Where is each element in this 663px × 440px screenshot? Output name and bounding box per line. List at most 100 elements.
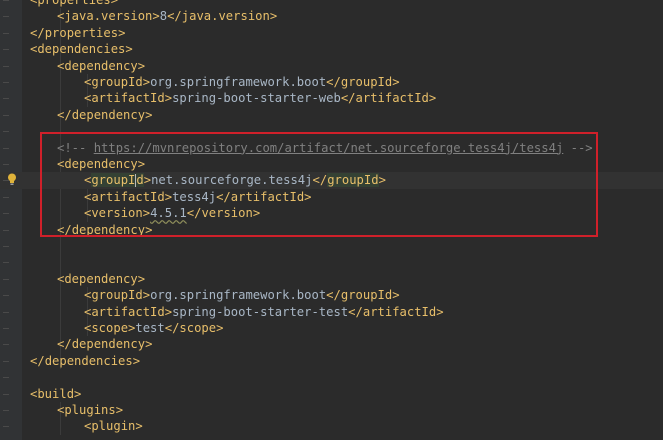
tag-bracket: </ bbox=[348, 304, 363, 319]
code-line[interactable]: <dependency> bbox=[0, 58, 663, 74]
code-line[interactable]: <plugin> bbox=[0, 418, 663, 434]
xml-tag-name: groupId bbox=[340, 288, 393, 303]
tag-bracket: > bbox=[110, 0, 119, 7]
tag-bracket: </ bbox=[340, 91, 356, 106]
tag-bracket: > bbox=[135, 419, 143, 434]
tag-bracket: </ bbox=[30, 25, 45, 40]
tag-bracket: > bbox=[269, 9, 278, 24]
gutter-tick bbox=[3, 131, 9, 133]
code-line[interactable]: <artifactId>spring-boot-starter-test</ar… bbox=[0, 304, 663, 320]
gutter-tick bbox=[3, 65, 9, 67]
gutter-tick bbox=[3, 360, 9, 362]
gutter-tick bbox=[3, 393, 9, 395]
xml-text-value: org.springframework.boot bbox=[150, 75, 327, 89]
gutter-tick bbox=[3, 410, 9, 411]
gutter-tick bbox=[3, 16, 9, 18]
gutter-tick bbox=[3, 82, 9, 83]
code-line[interactable]: <plugins> bbox=[0, 402, 663, 418]
tag-bracket: > bbox=[392, 75, 400, 89]
gutter-tick bbox=[3, 229, 9, 231]
xml-tag-name: groupId bbox=[91, 75, 143, 89]
tag-bracket: </ bbox=[57, 107, 72, 122]
xml-tag-name: dependencies bbox=[37, 42, 126, 57]
code-line-content: </dependency> bbox=[57, 336, 152, 352]
tag-bracket: > bbox=[164, 91, 173, 106]
gutter-tick bbox=[3, 196, 9, 198]
tag-bracket: > bbox=[118, 25, 126, 40]
gutter-tick bbox=[3, 262, 9, 264]
code-line-content: <java.version>8</java.version> bbox=[57, 8, 277, 24]
gutter-tick bbox=[3, 328, 9, 329]
xml-tag-name: artifactId bbox=[362, 304, 437, 319]
xml-tag-name: properties bbox=[44, 25, 119, 40]
tag-bracket: </ bbox=[326, 288, 341, 303]
gutter-tick bbox=[3, 147, 9, 149]
xml-tag-name: dependencies bbox=[44, 353, 133, 368]
code-line[interactable]: <properties> bbox=[0, 0, 663, 8]
xml-text-value: spring-boot-starter-web bbox=[172, 91, 341, 106]
gutter-tick bbox=[3, 344, 9, 346]
gutter-tick bbox=[3, 278, 9, 280]
code-line-content: <dependencies> bbox=[30, 41, 133, 57]
tag-bracket: > bbox=[137, 271, 146, 286]
tag-bracket: > bbox=[125, 42, 133, 57]
code-line[interactable] bbox=[0, 369, 663, 385]
code-line[interactable]: </dependency> bbox=[0, 107, 663, 123]
code-line-content: <dependency> bbox=[57, 271, 145, 287]
gutter-tick bbox=[3, 164, 9, 165]
tag-bracket: > bbox=[436, 304, 444, 319]
gutter-tick bbox=[3, 0, 9, 1]
tag-bracket: > bbox=[145, 107, 153, 122]
xml-tag-name: java.version bbox=[64, 9, 153, 24]
tag-bracket: > bbox=[74, 386, 82, 401]
xml-tag-name: groupId bbox=[340, 75, 393, 89]
gutter-tick bbox=[3, 213, 9, 215]
tag-bracket: </ bbox=[326, 75, 341, 89]
code-line[interactable] bbox=[0, 238, 663, 254]
gutter-tick bbox=[3, 295, 9, 297]
code-line[interactable]: <groupId>org.springframework.boot</group… bbox=[0, 74, 663, 90]
code-line[interactable]: <scope>test</scope> bbox=[0, 320, 663, 336]
tag-bracket: </ bbox=[167, 9, 182, 24]
code-line-content: <build> bbox=[30, 386, 81, 402]
code-line[interactable]: <build> bbox=[0, 386, 663, 402]
lightbulb-icon[interactable] bbox=[7, 173, 17, 186]
tag-bracket: </ bbox=[30, 353, 45, 368]
xml-tag-name: scope bbox=[91, 321, 129, 335]
code-line-content: <groupId>org.springframework.boot</group… bbox=[84, 74, 400, 90]
code-line[interactable]: <artifactId>spring-boot-starter-web</art… bbox=[0, 90, 663, 106]
tag-bracket: > bbox=[216, 321, 224, 335]
code-line-content: <properties> bbox=[30, 0, 118, 8]
xml-tag-name: groupId bbox=[91, 288, 143, 303]
xml-tag-name: scope bbox=[179, 321, 217, 335]
code-line[interactable]: <groupId>org.springframework.boot</group… bbox=[0, 287, 663, 303]
code-line-content: <groupId>org.springframework.boot</group… bbox=[84, 287, 400, 303]
code-line[interactable]: </dependency> bbox=[0, 336, 663, 352]
gutter-tick bbox=[3, 377, 9, 379]
tag-bracket: > bbox=[392, 288, 400, 303]
xml-text-value: org.springframework.boot bbox=[150, 288, 327, 303]
code-line-content: </properties> bbox=[30, 25, 125, 41]
code-line-content: </dependencies> bbox=[30, 353, 140, 369]
tag-bracket: > bbox=[142, 288, 151, 303]
code-line[interactable] bbox=[0, 254, 663, 270]
gutter-tick bbox=[3, 246, 9, 247]
tag-bracket: > bbox=[132, 353, 141, 368]
code-line[interactable]: <dependency> bbox=[0, 271, 663, 287]
xml-tag-name: dependency bbox=[64, 271, 138, 286]
xml-tag-name: dependency bbox=[64, 58, 138, 73]
gutter-tick bbox=[3, 426, 9, 428]
xml-text-value: test bbox=[135, 321, 165, 335]
code-line[interactable]: </properties> bbox=[0, 25, 663, 41]
xml-tag-name: dependency bbox=[71, 107, 146, 122]
tag-bracket: > bbox=[142, 75, 151, 89]
code-line-content: </dependency> bbox=[57, 107, 152, 123]
code-line[interactable]: <dependencies> bbox=[0, 41, 663, 57]
code-line[interactable]: <java.version>8</java.version> bbox=[0, 8, 663, 24]
code-line[interactable]: </dependencies> bbox=[0, 353, 663, 369]
tag-bracket: </ bbox=[57, 337, 72, 352]
xml-tag-name: dependency bbox=[71, 337, 146, 352]
tag-bracket: > bbox=[164, 304, 173, 319]
highlight-annotation-box bbox=[40, 132, 598, 237]
code-line-content: <scope>test</scope> bbox=[84, 320, 223, 336]
